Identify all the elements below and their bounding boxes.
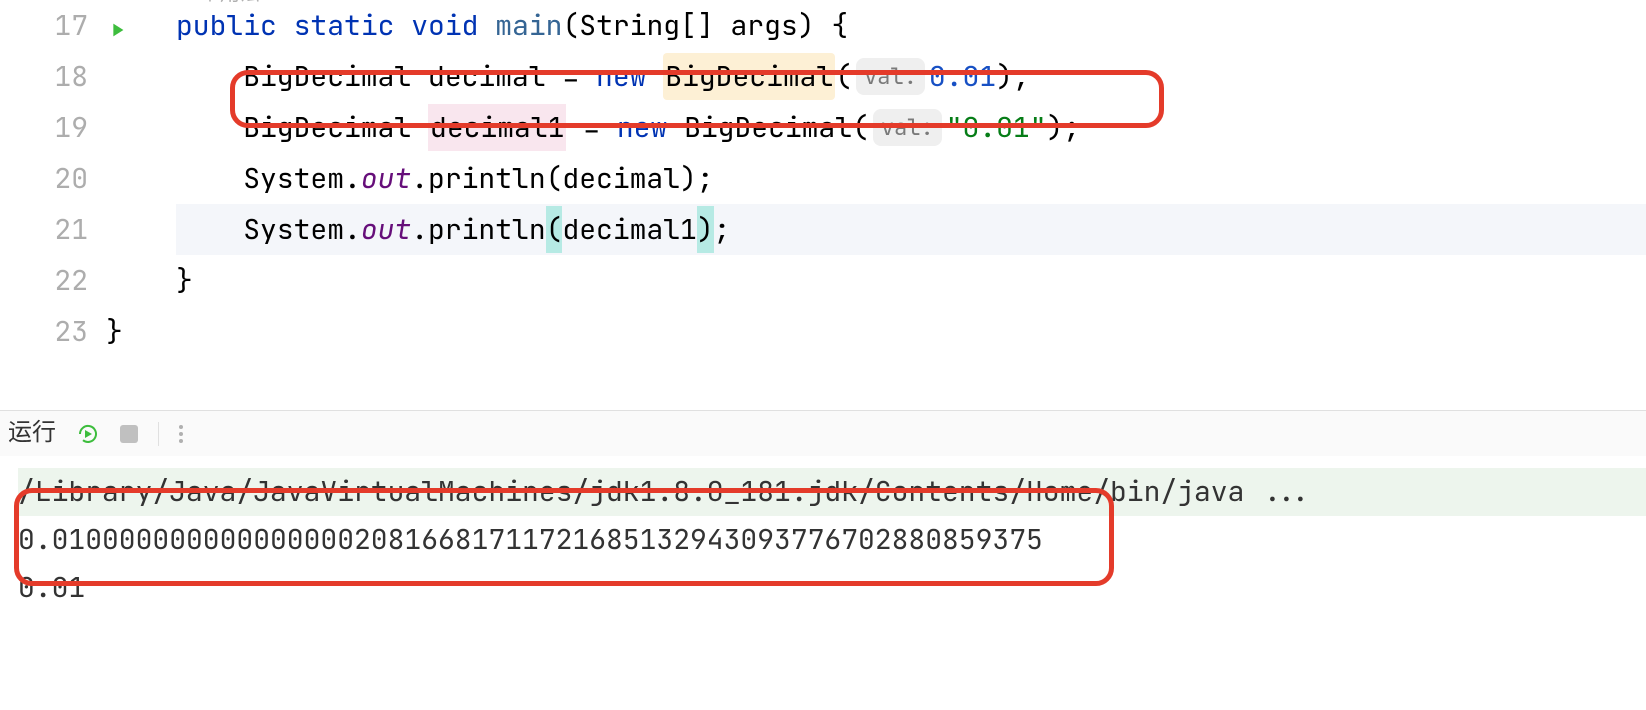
editor-area: 17 18 19 20 21 22 23 0 个用法 public static… — [0, 0, 1646, 410]
gutter: 17 18 19 20 21 22 23 — [0, 0, 106, 410]
console-output-line: 0.01000000000000000020816681711721685132… — [18, 516, 1646, 564]
arg-decimal: decimal — [562, 155, 680, 203]
stop-icon[interactable] — [120, 425, 138, 443]
keyword-void: void — [411, 2, 478, 50]
run-tool-panel: 运行 — [0, 410, 1646, 456]
run-gutter-icon[interactable] — [106, 8, 128, 56]
code-line-17[interactable]: public static void main(String[] args) { — [176, 0, 1646, 51]
param-hint-val: val: — [873, 109, 942, 146]
line-number: 19 — [54, 104, 88, 152]
ctor-bigdecimal: BigDecimal — [663, 53, 835, 101]
var-decimal: decimal — [428, 53, 546, 101]
keyword-static: static — [294, 2, 395, 50]
line-number: 21 — [54, 206, 88, 254]
code-line-23[interactable]: } — [176, 306, 1646, 357]
keyword-public: public — [176, 2, 277, 50]
line-number: 17 — [54, 2, 88, 50]
code-line-18[interactable]: BigDecimal decimal = new BigDecimal(val:… — [176, 51, 1646, 102]
gutter-line-18[interactable]: 18 — [0, 51, 88, 102]
matched-paren-close: ) — [697, 206, 714, 254]
arg-name: args — [731, 2, 798, 50]
code-area[interactable]: 0 个用法 public static void main(String[] a… — [106, 0, 1646, 410]
var-decimal1: decimal1 — [428, 104, 566, 152]
string-literal: "0.01" — [946, 104, 1047, 152]
line-number: 18 — [54, 53, 88, 101]
code-line-19[interactable]: BigDecimal decimal1 = new BigDecimal(val… — [176, 102, 1646, 153]
keyword-new: new — [617, 104, 667, 152]
console-output-line: 0.01 — [18, 564, 1646, 612]
code-line-20[interactable]: System.out.println(decimal); — [176, 153, 1646, 204]
console-command-line: /Library/Java/JavaVirtualMachines/jdk1.8… — [18, 468, 1646, 516]
matched-paren-open: ( — [546, 206, 563, 254]
type-bigdecimal: BigDecimal — [243, 53, 411, 101]
keyword-new: new — [596, 53, 646, 101]
ctor-bigdecimal: BigDecimal — [684, 104, 852, 152]
gutter-line-23[interactable]: 23 — [0, 306, 88, 357]
method-main: main — [495, 2, 562, 50]
separator — [158, 422, 159, 446]
gutter-line-22[interactable]: 22 — [0, 255, 88, 306]
gutter-line-17[interactable]: 17 — [0, 0, 88, 51]
gutter-line-20[interactable]: 20 — [0, 153, 88, 204]
line-number: 20 — [54, 155, 88, 203]
gutter-line-21[interactable]: 21 — [0, 204, 88, 255]
arg-decimal1: decimal1 — [562, 206, 696, 254]
console-output[interactable]: /Library/Java/JavaVirtualMachines/jdk1.8… — [0, 456, 1646, 612]
param-hint-val: val: — [856, 58, 925, 95]
gutter-line-19[interactable]: 19 — [0, 102, 88, 153]
field-out: out — [361, 206, 411, 254]
type-bigdecimal: BigDecimal — [243, 104, 411, 152]
line-number: 22 — [54, 257, 88, 305]
more-actions-icon[interactable] — [179, 425, 183, 443]
code-line-21[interactable]: System.out.println(decimal1); — [176, 204, 1646, 255]
code-line-22[interactable]: } — [176, 255, 1646, 306]
arg-type: String[] — [579, 2, 713, 50]
rerun-icon[interactable] — [76, 422, 100, 446]
field-out: out — [361, 155, 411, 203]
line-number: 23 — [54, 308, 88, 356]
run-tab-label[interactable]: 运行 — [8, 413, 56, 454]
double-literal: 0.01 — [929, 53, 996, 101]
